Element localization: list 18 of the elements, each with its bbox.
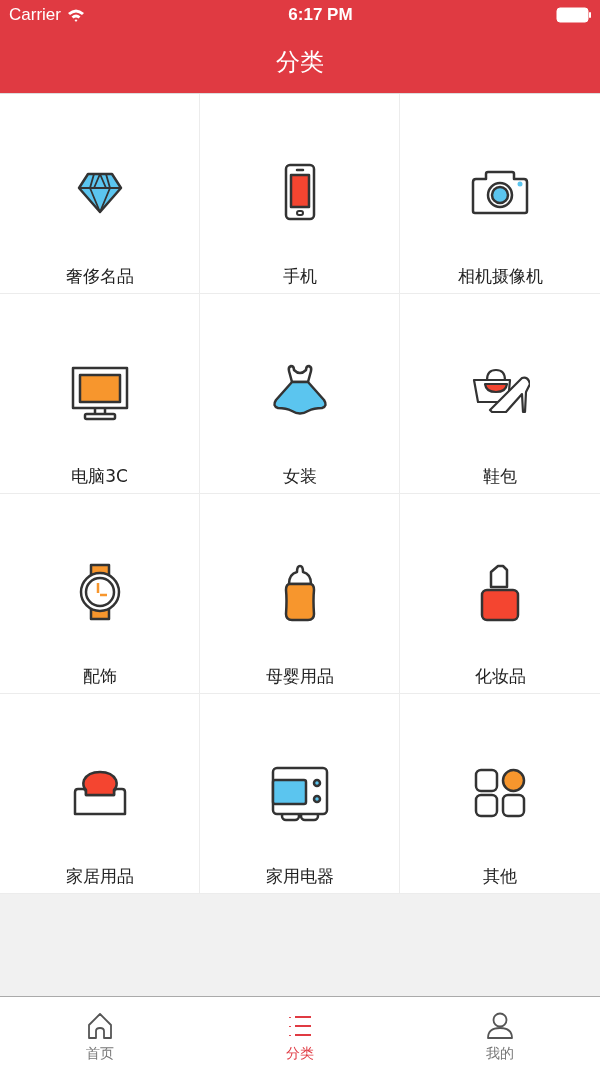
status-time: 6:17 PM xyxy=(288,5,353,25)
category-tile[interactable]: 女装 xyxy=(200,294,400,494)
battery-icon xyxy=(556,7,592,23)
wifi-icon xyxy=(66,8,85,22)
tab-bar-item[interactable]: 分类 xyxy=(200,997,400,1067)
home-icon xyxy=(85,1011,115,1041)
category-tile[interactable]: 电脑3C xyxy=(0,294,200,494)
carrier-name: Carrier xyxy=(9,5,61,25)
category-tile[interactable]: 家用电器 xyxy=(200,694,400,894)
category-tile[interactable]: 母婴用品 xyxy=(200,494,400,694)
category-tile[interactable]: 家居用品 xyxy=(0,694,200,894)
tab-bar-item[interactable]: 我的 xyxy=(400,997,600,1067)
category-tile[interactable]: 手机 xyxy=(200,94,400,294)
category-tile[interactable]: 配饰 xyxy=(0,494,200,694)
user-icon xyxy=(485,1011,515,1041)
tab-bar-item[interactable]: 首页 xyxy=(0,997,200,1067)
page-title: 分类 xyxy=(276,46,324,78)
category-tile[interactable]: 奢侈名品 xyxy=(0,94,200,294)
